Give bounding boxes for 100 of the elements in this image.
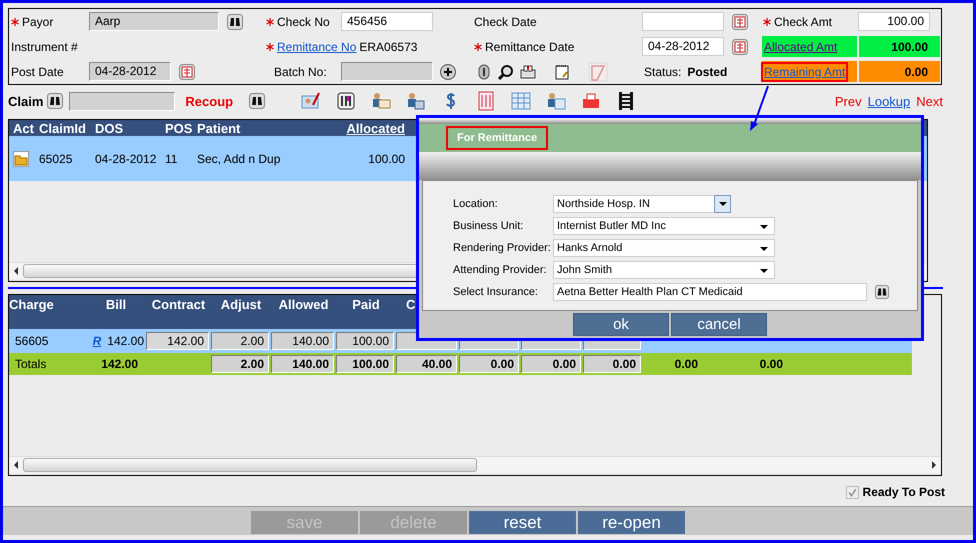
lookup-link[interactable]: Lookup [868, 94, 910, 108]
people-icon[interactable] [406, 91, 426, 111]
dialog-button[interactable]: ok [573, 313, 669, 336]
field-label: Attending Provider: [453, 264, 548, 276]
person-list-icon[interactable] [546, 91, 566, 111]
plus-icon[interactable] [440, 64, 456, 80]
check-no-field[interactable]: 456456 [341, 12, 433, 31]
printer-icon[interactable] [520, 64, 536, 80]
book-icon[interactable] [336, 91, 356, 111]
column-header: POS [165, 120, 194, 136]
recoup-label: Recoup [185, 94, 234, 108]
column-header: ClaimId [39, 120, 87, 136]
remittance-date-field[interactable]: 04-28-2012 [642, 37, 724, 56]
remaining-amt-value: 0.00 [859, 61, 940, 82]
r-link[interactable]: R [92, 334, 102, 348]
nav-link[interactable]: Next [916, 94, 943, 108]
column-header: C [405, 296, 416, 314]
binoculars-icon[interactable] [249, 93, 266, 109]
field-label: Check No [277, 14, 330, 28]
grid-icon[interactable] [511, 91, 532, 111]
check-amt-field[interactable]: 100.00 [858, 12, 930, 31]
claim-field[interactable] [69, 92, 176, 110]
calendar-icon[interactable] [179, 64, 195, 80]
field-label: Batch No: [274, 64, 327, 78]
claim-label: Claim [8, 94, 44, 108]
total-value: 0.00 [674, 357, 699, 371]
person-card-icon[interactable] [371, 91, 392, 111]
amount-field[interactable]: 140.00 [271, 332, 334, 350]
column-header[interactable]: Allocated [327, 120, 405, 136]
folder-icon[interactable] [13, 150, 29, 166]
printer-icon[interactable] [581, 91, 602, 111]
table-cell-text: 04-28-2012 [95, 152, 158, 166]
payor-field[interactable]: Aarp [89, 12, 219, 31]
pen-card-icon[interactable] [301, 91, 322, 111]
totals-label: Totals [15, 357, 46, 371]
column-header: Act [12, 120, 35, 136]
total-value: 100.00 [336, 355, 394, 373]
field-label: Check Amt [774, 14, 832, 28]
status-value: Posted [687, 64, 728, 78]
provider-dropdown[interactable]: John Smith [553, 261, 775, 279]
field-label: Remittance Date [485, 40, 574, 54]
total-value: 140.00 [271, 355, 334, 373]
provider-dropdown[interactable]: Hanks Arnold [553, 239, 775, 257]
ready-to-post-label: Ready To Post [862, 485, 945, 499]
contract-field[interactable]: 142.00 [146, 332, 209, 350]
total-value: 142.00 [101, 357, 139, 371]
field-label: Location: [453, 198, 499, 210]
status-label: Status: [644, 64, 682, 78]
column-header: Paid [351, 296, 381, 314]
table-cell-text: 100.00 [367, 152, 406, 166]
amount-field[interactable]: 2.00 [211, 332, 269, 350]
calendar-icon[interactable] [732, 14, 748, 30]
column-header: DOS [95, 120, 124, 136]
column-header: Bill [104, 296, 128, 314]
provider-dropdown[interactable]: Internist Butler MD Inc [553, 217, 775, 235]
field-label: Rendering Provider: [453, 242, 552, 254]
table-cell-text: 65025 [39, 152, 74, 166]
remittance-no-link[interactable]: Remittance No [277, 40, 356, 54]
horizontal-scrollbar[interactable] [9, 456, 941, 473]
post-date-field[interactable]: 04-28-2012 [89, 62, 171, 81]
insurance-field[interactable]: Aetna Better Health Plan CT Medicaid [553, 283, 867, 301]
table-cell-text: Sec, Add n Dup [197, 152, 282, 166]
total-value: 0.00 [459, 355, 519, 373]
table-cell-text: 11 [165, 152, 178, 166]
action-button[interactable]: reset [468, 510, 577, 535]
calendar-icon[interactable] [732, 38, 748, 54]
field-label: Business Unit: [453, 220, 524, 232]
total-value: 0.00 [583, 355, 641, 373]
column-header: Adjust [220, 296, 262, 314]
notepad-icon[interactable] [554, 64, 570, 80]
ledger-icon[interactable] [476, 91, 496, 111]
paperclip-icon[interactable] [476, 64, 492, 80]
field-label: Select Insurance: [453, 286, 539, 298]
table-cell: 56605 [15, 334, 48, 348]
total-value: 40.00 [396, 355, 457, 373]
batch-no-field[interactable] [341, 62, 433, 81]
binoculars-icon[interactable] [875, 285, 889, 299]
binoculars-icon[interactable] [227, 14, 243, 30]
amount-field[interactable]: 100.00 [336, 332, 394, 350]
table-cell: 142.00 [107, 334, 144, 348]
allocated-amt-value: 100.00 [859, 36, 940, 57]
allocated-amt-link[interactable]: Allocated Amt [764, 40, 838, 54]
dialog-button[interactable]: cancel [671, 313, 767, 336]
nav-link[interactable]: Prev [834, 94, 862, 108]
action-button[interactable]: re-open [577, 510, 686, 535]
check-date-field[interactable] [642, 12, 724, 31]
field-label: Post Date [11, 64, 64, 78]
total-value: 0.00 [521, 355, 581, 373]
field-label: Payor [22, 14, 54, 28]
search-icon[interactable] [498, 64, 514, 80]
column-header: Charge [9, 296, 55, 314]
dialog-title: For Remittance [449, 129, 546, 147]
location-dropdown[interactable]: Northside Hosp. IN [553, 195, 731, 213]
field-label: Instrument # [11, 40, 78, 54]
remittance-no-value: ERA06573 [359, 40, 418, 54]
binoculars-icon[interactable] [47, 93, 64, 109]
column-header: Contract [150, 296, 206, 314]
column-header: Allowed [278, 296, 330, 314]
total-value: 0.00 [760, 357, 784, 371]
column-header: Patient [197, 120, 242, 136]
